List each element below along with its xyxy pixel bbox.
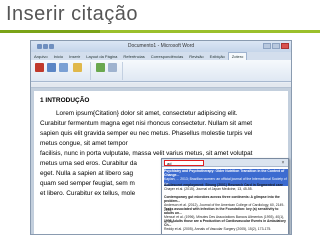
unlink-icon[interactable] <box>108 63 117 72</box>
quick-access-toolbar[interactable] <box>34 43 58 50</box>
insert-bibliography-icon[interactable] <box>47 63 56 72</box>
citation-result-title: Contemporary gut microbes across three c… <box>164 195 280 204</box>
ribbon-panel <box>31 60 291 82</box>
window-titlebar: Documento1 - Microsoft Word <box>31 41 291 52</box>
minimize-button[interactable] <box>263 43 271 49</box>
paragraph-line: et libero. Curabitur ex tellus, mole <box>40 190 136 197</box>
save-icon[interactable] <box>37 44 42 49</box>
ribbon-tabs: Arquivo Início Inserir Layout da Página Refe… <box>31 52 291 61</box>
citation-result-item[interactable]: Adolescent employment: Strong (2001) Res… <box>164 183 288 191</box>
paragraph-line: metus congue, sit amet tempor <box>40 140 128 147</box>
citation-result-title: 1998 Adults those are a Production of Ca… <box>164 219 286 228</box>
citation-result-title: Tasks associated with infection in the F… <box>164 207 279 216</box>
title-underline-right <box>100 30 320 33</box>
horizontal-ruler <box>31 83 291 88</box>
paragraph-line: Curabitur fermentum magna eget nisi rhon… <box>40 120 253 127</box>
edit-bibliography-icon[interactable] <box>59 63 68 72</box>
ribbon-group-refresh <box>93 62 123 80</box>
citation-search-input[interactable]: ad <box>164 160 204 166</box>
title-underline <box>0 30 320 33</box>
close-button[interactable] <box>281 43 289 49</box>
citation-result-detail: Chayer et al. (2015), Journal of Japan M… <box>164 187 253 192</box>
citation-result-item[interactable]: 1998 Adults those are a Production of Ca… <box>164 219 288 232</box>
title-underline-left <box>0 30 100 33</box>
section-heading: 1 INTRODUÇÃO <box>40 97 90 104</box>
window-title: Documento1 - Microsoft Word <box>127 43 195 49</box>
word-window-screenshot: Documento1 - Microsoft Word Arquivo Iníci… <box>30 40 292 235</box>
paragraph-line: Lorem ipsum{Citation} dolor sit amet, co… <box>56 110 238 117</box>
close-icon[interactable]: × <box>280 160 286 166</box>
document-preferences-icon[interactable] <box>73 63 82 72</box>
paragraph-line: metus urna sed eros. Curabitur da <box>40 160 137 167</box>
slide-title: Inserir citação <box>6 3 138 25</box>
undo-icon[interactable] <box>43 44 48 49</box>
refresh-icon[interactable] <box>96 63 105 72</box>
ribbon-group-citation <box>33 62 91 80</box>
maximize-button[interactable] <box>272 43 280 49</box>
paragraph-line: quam sed semper feugiat, sem m <box>40 180 135 187</box>
paragraph-line: eget. Nulla a sapien at libero sag <box>40 170 134 177</box>
citation-search-bar: ad × <box>162 159 288 167</box>
paragraph-line: facilisis, nunc in porta vulputate, mass… <box>40 150 253 157</box>
citation-result-detail: Reddy et al. (2005), Annals of Vascular … <box>164 227 272 232</box>
redo-icon[interactable] <box>49 44 54 49</box>
paragraph-line: sapien quis elit gravida semper eu nec m… <box>40 130 253 137</box>
insert-citation-icon[interactable] <box>35 63 44 72</box>
citation-search-popup: ad × Psychiatry and Psychotherapy: Older… <box>161 158 289 234</box>
citation-result-title: Psychiatry and Psychotherapy: Older Nutr… <box>164 169 285 178</box>
